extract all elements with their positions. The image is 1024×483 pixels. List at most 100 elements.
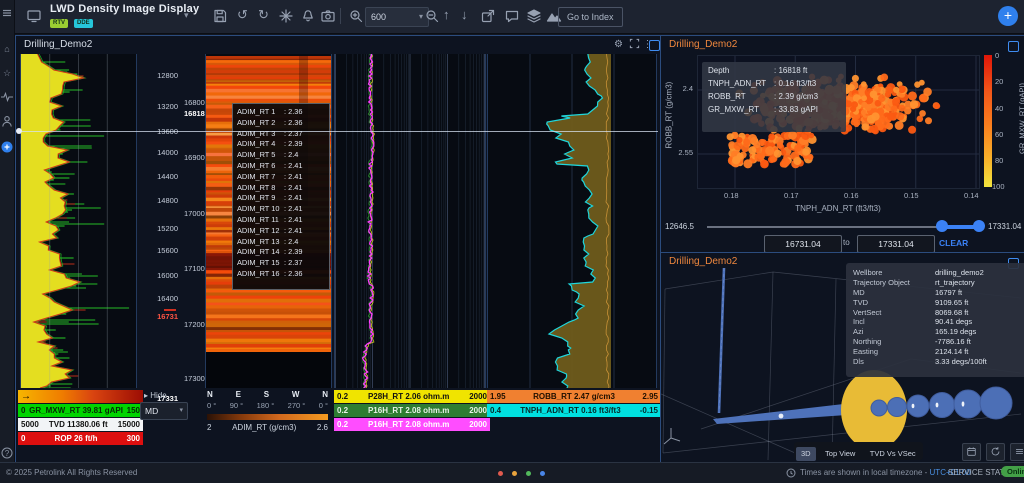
range-to-input[interactable]: [857, 235, 935, 253]
go-to-index-button[interactable]: Go to Index: [558, 7, 623, 27]
cbar-tick: 40: [995, 104, 1003, 113]
depth-label: 16400: [138, 294, 178, 303]
depth-label-right: 17000: [184, 209, 205, 218]
depth-cursor-dot[interactable]: [16, 128, 22, 134]
cbar-tick: 60: [995, 130, 1003, 139]
crossplot-title: Drilling_Demo2: [669, 39, 737, 50]
zoom-out-icon[interactable]: [424, 8, 440, 24]
crossplot-xlabel: TNPH_ADN_RT (ft3/ft3): [768, 204, 908, 213]
tools-icon[interactable]: [278, 8, 294, 24]
menu-icon[interactable]: [0, 6, 14, 20]
save-icon[interactable]: [212, 8, 228, 24]
slider-max-label: 17331.04: [988, 222, 1021, 231]
crossplot-tooltip: Depth: 16818 ft TNPH_ADN_RT: 0.16 ft3/ft…: [702, 62, 846, 132]
view-tvd-vsec-button[interactable]: TVD Vs VSec: [865, 447, 921, 461]
depth-marker-tick: [164, 309, 176, 311]
slider-handle-to[interactable]: [973, 220, 985, 232]
toolbar-divider: [340, 8, 341, 24]
p16h-legend[interactable]: 0.2P16H_RT 2.08 ohm.m2000: [334, 404, 490, 417]
depth-label-right: 17200: [184, 320, 205, 329]
title-caret-icon[interactable]: ▾: [184, 10, 189, 21]
crossplot-link-icon[interactable]: [1008, 41, 1019, 52]
timezone-text: Times are shown in local timezone - UTC+…: [800, 468, 971, 477]
options-icon[interactable]: [1010, 443, 1024, 461]
refresh-icon[interactable]: [986, 443, 1005, 461]
user-icon[interactable]: [0, 114, 14, 128]
tvd-legend[interactable]: 5000TVD 11380.06 ft15000: [18, 418, 143, 431]
panel-link-icon[interactable]: [649, 40, 660, 51]
zoom-in-icon[interactable]: [348, 8, 364, 24]
depth-label: 14800: [138, 196, 178, 205]
service-status-badge: Online: [1001, 466, 1024, 477]
view-3d-button[interactable]: 3D: [796, 447, 816, 461]
page-dot-orange[interactable]: [512, 471, 517, 476]
star-icon[interactable]: ☆: [0, 66, 14, 80]
depth-marker-label: 16731: [138, 312, 178, 321]
slider-handle-from[interactable]: [936, 220, 948, 232]
trajectory-panel: Drilling_Demo2 Wellboredrilling_demo2 Tr…: [660, 252, 1024, 463]
depth-track[interactable]: 12800 13200 13600 14000 14400 14800 1520…: [138, 54, 205, 388]
log-panel-title: Drilling_Demo2: [24, 39, 92, 50]
log-display-panel: Drilling_Demo2 ⚙ ⋮ 12800 13200 13600 140…: [15, 35, 661, 463]
panel-settings-icon[interactable]: ⚙: [612, 38, 625, 51]
x-tick: 0.16: [844, 191, 859, 200]
panel-expand-icon[interactable]: [628, 38, 641, 51]
hide-button[interactable]: ▸ Hide: [144, 391, 167, 400]
cbar-tick: 0: [995, 51, 999, 60]
image-orientation-legend[interactable]: →: [18, 390, 143, 403]
gr-track[interactable]: [20, 54, 137, 388]
neutron-density-track[interactable]: [487, 54, 657, 388]
svg-text:?: ?: [5, 449, 10, 458]
p28h-legend[interactable]: 0.2P28H_RT 2.06 ohm.m2000: [334, 390, 490, 403]
p16h-legend-2[interactable]: 0.2P16H_RT 2.08 ohm.m2000: [334, 418, 490, 431]
rt-badge: RTV: [50, 19, 68, 28]
footer: © 2025 Petrolink All Rights Reserved Tim…: [0, 462, 1024, 483]
comment-icon[interactable]: [504, 8, 520, 24]
scroll-down-icon[interactable]: ↓: [461, 7, 468, 22]
index-type-select[interactable]: MD▾: [140, 402, 188, 420]
cbar-tick: 80: [995, 156, 1003, 165]
resistivity-track[interactable]: [334, 54, 486, 388]
redo-icon[interactable]: ↻: [258, 7, 269, 23]
cbar-tick: 20: [995, 77, 1003, 86]
gr-colorbar: [984, 55, 992, 187]
activity-icon[interactable]: [0, 90, 14, 104]
screenshot-icon[interactable]: [320, 8, 336, 24]
x-tick: 0.15: [904, 191, 919, 200]
home-icon[interactable]: ⌂: [0, 42, 14, 56]
trajectory-title: Drilling_Demo2: [669, 256, 737, 267]
depth-label-right: 17100: [184, 264, 205, 273]
gr-legend[interactable]: 0GR_MXW_RT 39.81 gAPI150: [18, 404, 143, 417]
export-icon[interactable]: [480, 8, 496, 24]
depth-label-right: 16900: [184, 153, 205, 162]
page-dot-blue[interactable]: [540, 471, 545, 476]
depth-cursor-line: [17, 131, 658, 132]
notifications-icon[interactable]: [300, 8, 316, 24]
undo-icon[interactable]: ↺: [237, 7, 248, 23]
depth-label: 14400: [138, 172, 178, 181]
depth-label-right: 16800: [184, 98, 205, 107]
range-from-input[interactable]: [764, 235, 842, 253]
view-top-button[interactable]: Top View: [820, 447, 860, 461]
page-dot-green[interactable]: [526, 471, 531, 476]
image-degree-labels: 0 °90 °180 °270 °0 °: [207, 401, 328, 410]
image-direction-labels: NESWN: [207, 390, 328, 399]
calendar-icon[interactable]: [962, 443, 981, 461]
cbar-label: GR_MXW_RT (gAPI): [1018, 74, 1024, 164]
add-workspace-icon[interactable]: [0, 140, 14, 154]
depth-label: 16000: [138, 271, 178, 280]
layers-icon[interactable]: [526, 8, 542, 24]
x-tick: 0.17: [784, 191, 799, 200]
rop-legend[interactable]: 0ROP 26 ft/h300: [18, 432, 143, 445]
clock-icon: [786, 468, 796, 478]
add-button[interactable]: +: [998, 6, 1018, 26]
help-icon[interactable]: ?: [0, 446, 14, 460]
robb-legend[interactable]: 1.95ROBB_RT 2.47 g/cm32.95: [487, 390, 661, 403]
scroll-up-icon[interactable]: ↑: [443, 7, 450, 22]
x-tick: 0.14: [964, 191, 979, 200]
range-clear-button[interactable]: CLEAR: [939, 238, 968, 248]
tnph-legend[interactable]: 0.4TNPH_ADN_RT 0.16 ft3/ft3-0.15: [487, 404, 661, 417]
page-dot-red[interactable]: [498, 471, 503, 476]
crossplot-ylabel: ROBB_RT (g/cm3): [665, 89, 674, 149]
zoom-level-select[interactable]: 600▾: [365, 7, 429, 27]
